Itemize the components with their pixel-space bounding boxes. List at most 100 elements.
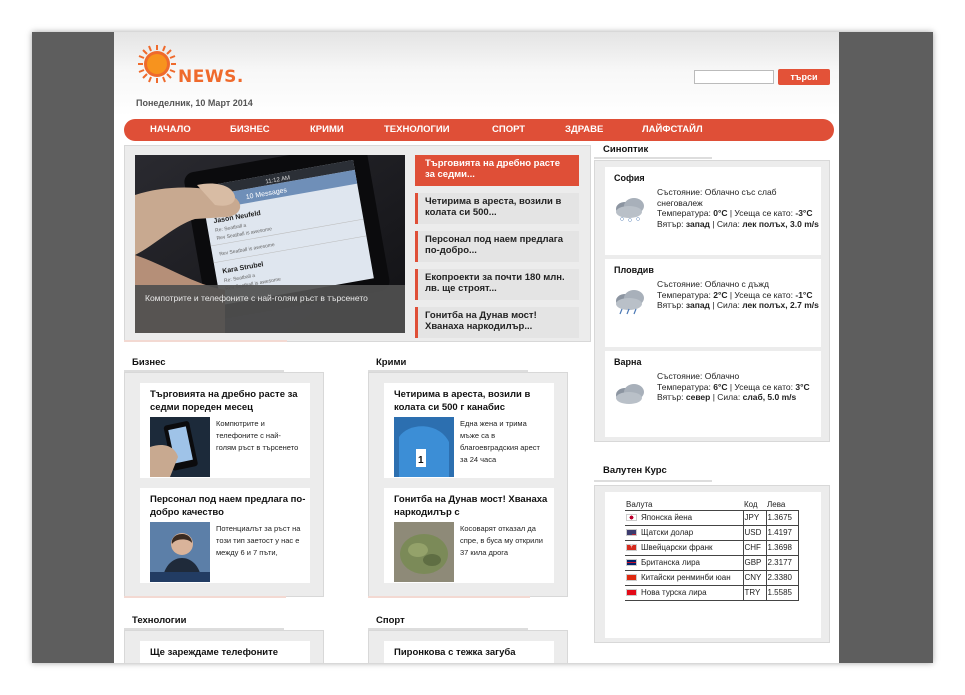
weather-city: София Състояние: Облачно със слаб снегов… [605,167,821,255]
featured-caption[interactable]: Компотрите и телефоните с най-голям ръст… [135,285,405,333]
search-button[interactable]: търси [778,69,830,85]
section-title-tech[interactable]: Технологии [132,615,186,626]
currency-widget: Валута Код Лева Японска йена JPY 1.3675 … [594,485,830,643]
business-box: Търговията на дребно расте за седми поре… [124,372,324,597]
news-card[interactable]: Персонал под наем предлага по-добро каче… [140,488,310,583]
news-card[interactable]: Четирима в ареста, возили в колата си 50… [384,383,554,478]
nav-item-sport[interactable]: СПОРТ [492,119,525,141]
weather-wind: слаб, 5.0 m/s [742,392,797,402]
weather-feel: -3°C [795,208,813,218]
card-title[interactable]: Четирима в ареста, возили в колата си 50… [394,388,554,414]
weather-city: Пловдив Състояние: Облачно с дъжд Темпер… [605,259,821,347]
currency-code: CNY [742,569,767,586]
nav-item-home[interactable]: НАЧАЛО [150,119,191,141]
currency-rate: 2.3177 [765,554,799,571]
nav-item-health[interactable]: ЗДРАВЕ [565,119,603,141]
currency-rate: 1.4197 [765,524,799,541]
news-card[interactable]: Гонитба на Дунав мост! Хванаха наркодилъ… [384,488,554,583]
city-name: София [614,173,645,183]
table-row: + Швейцарски франк CHF 1.3698 [625,539,799,556]
card-title[interactable]: Ще зареждаме телефоните [150,647,278,658]
nav-item-lifestyle[interactable]: ЛАЙФСТАЙЛ [642,119,703,141]
state-label: Състояние: [657,279,703,289]
currency-panel: Валута Код Лева Японска йена JPY 1.3675 … [605,492,821,638]
featured-headline-item[interactable]: Персонал под наем предлага по-добро... [415,231,579,262]
currency-rate: 1.3675 [765,509,799,526]
main-nav: НАЧАЛО БИЗНЕС КРИМИ ТЕХНОЛОГИИ СПОРТ ЗДР… [124,119,834,141]
weather-city: Варна Състояние: Облачно Температура: 6°… [605,351,821,437]
wind-label: Вятър: [657,300,684,310]
wind-direction: север [685,392,711,402]
search-input[interactable] [694,70,774,84]
logo-text[interactable]: NEWS. [178,67,244,87]
featured-image[interactable]: 11:12 AM 10 Messages Jason Neufeld Re: S… [135,155,405,333]
flag-ch-icon: + [626,544,637,552]
currency-name-cell: + Швейцарски франк [625,539,744,556]
nav-item-business[interactable]: БИЗНЕС [230,119,270,141]
weather-details: Състояние: Облачно със слаб снеговалеж Т… [657,187,819,229]
card-title[interactable]: Персонал под наем предлага по-добро каче… [150,493,310,519]
news-card[interactable]: Търговията на дребно расте за седми поре… [140,383,310,478]
card-thumbnail[interactable]: 1 [394,417,454,477]
card-thumbnail[interactable] [150,522,210,582]
weather-details: Състояние: Облачно Температура: 6°C | Ус… [657,371,810,402]
currency-name: Японска йена [641,513,693,522]
wind-label: Вятър: [657,218,684,229]
wind-label: Вятър: [657,392,684,402]
weather-feel: 3°C [795,381,810,392]
weather-feel: -1°C [795,289,813,300]
weather-temp: 6°C [713,381,728,392]
col-currency: Валута [625,500,743,511]
card-title[interactable]: Гонитба на Дунав мост! Хванаха наркодилъ… [394,493,554,519]
weather-state: Облачно [704,371,740,381]
sun-logo-icon[interactable] [136,43,178,85]
state-label: Състояние: [657,371,703,381]
section-underline [594,480,712,482]
nav-item-tech[interactable]: ТЕХНОЛОГИИ [384,119,450,141]
section-title-sport[interactable]: Спорт [376,615,405,626]
section-title-crime[interactable]: Крими [376,357,406,368]
card-thumbnail[interactable] [150,417,210,477]
card-title[interactable]: Търговията на дребно расте за седми поре… [150,388,310,414]
currency-name-cell: Щатски долар [625,524,744,541]
currency-rate: 1.5585 [765,584,799,601]
wind-direction: запад [685,300,710,310]
sport-box: Пиронкова с тежка загуба [368,630,568,663]
weather-details: Състояние: Облачно с дъжд Температура: 2… [657,279,819,310]
state-label: Състояние: [657,187,703,197]
currency-name: Нова турска лира [641,588,707,597]
weather-wind: лек полъх, 3.0 m/s [742,218,819,229]
featured-divider [124,340,287,342]
temp-label: Температура: [657,289,711,300]
news-site: NEWS. Понеделник, 10 Март 2014 търси НАЧ… [114,32,839,663]
flag-us-icon [626,529,637,537]
force-label: Сила: [716,300,740,310]
featured-headline-item[interactable]: Гонитба на Дунав мост! Хванаха наркодилъ… [415,307,579,338]
weather-state: Облачно с дъжд [704,279,769,289]
featured-headline-item[interactable]: Търговията на дребно расте за седми... [415,155,579,186]
force-label: Сила: [716,218,740,229]
table-row: Нова турска лира TRY 1.5585 [625,584,799,601]
temp-label: Температура: [657,208,711,218]
currency-code: TRY [742,584,767,601]
currency-code: USD [742,524,767,541]
currency-code: JPY [742,509,767,526]
weather-title: Синоптик [603,144,649,155]
currency-name: Щатски долар [641,528,694,537]
news-card[interactable]: Ще зареждаме телефоните [140,641,310,663]
featured-headline-item[interactable]: Четирима в ареста, возили в колата си 50… [415,193,579,224]
currency-rate: 2.3380 [765,569,799,586]
featured-headline-item[interactable]: Екопроекти за почти 180 млн. лв. ще стро… [415,269,579,300]
card-thumbnail[interactable] [394,522,454,582]
currency-rate: 1.3698 [765,539,799,556]
section-divider [124,596,286,598]
flag-gb-icon [626,559,637,567]
temp-label: Температура: [657,381,711,392]
nav-item-crime[interactable]: КРИМИ [310,119,344,141]
force-label: Сила: [717,392,741,402]
news-card[interactable]: Пиронкова с тежка загуба [384,641,554,663]
crime-box: Четирима в ареста, возили в колата си 50… [368,372,568,597]
section-title-business[interactable]: Бизнес [132,357,166,368]
weather-temp: 0°C [713,208,728,218]
card-title[interactable]: Пиронкова с тежка загуба [394,647,516,658]
